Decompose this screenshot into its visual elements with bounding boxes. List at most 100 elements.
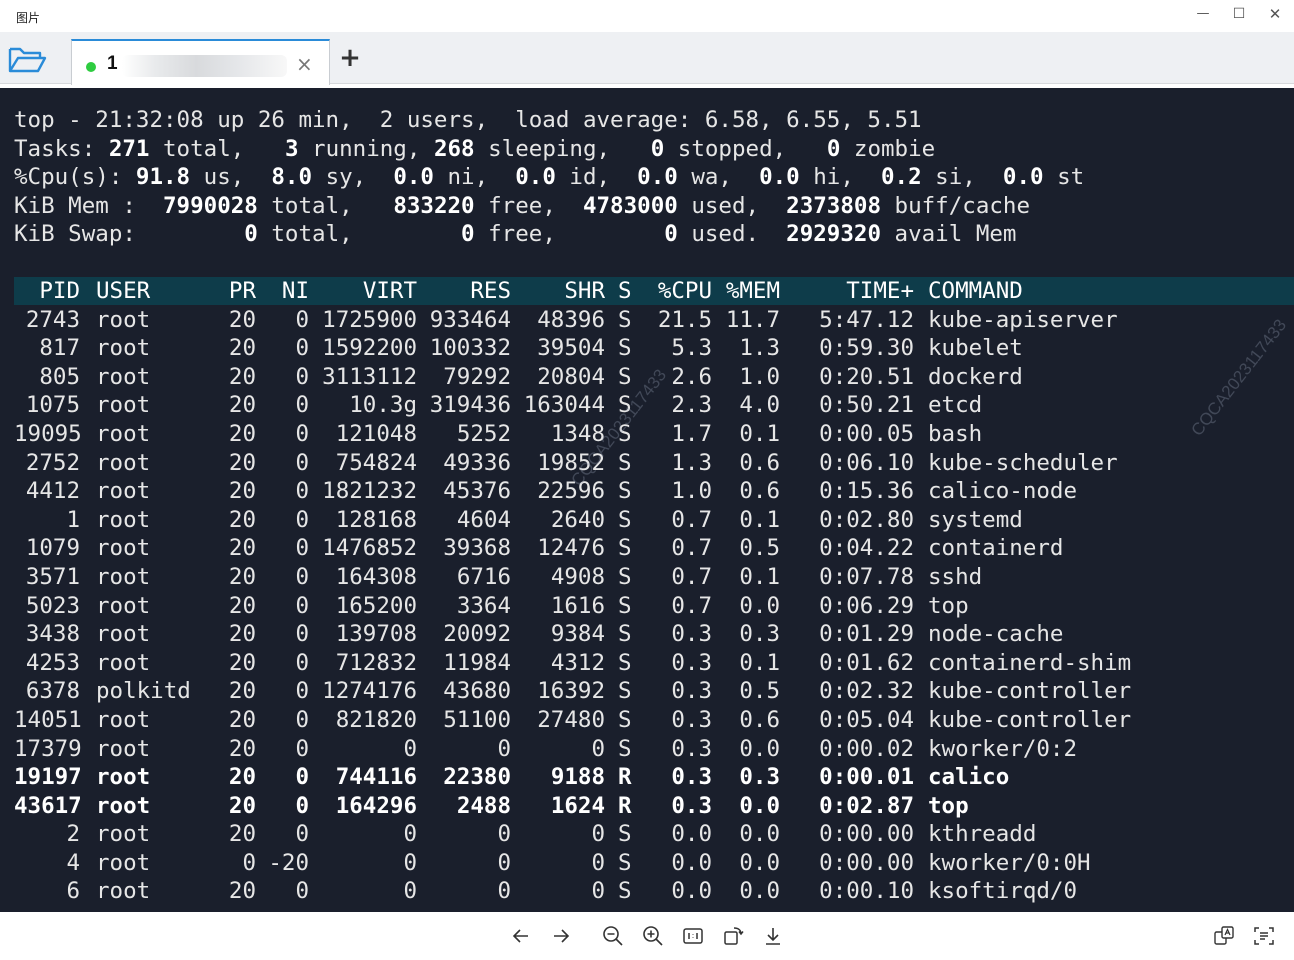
summary-line: KiB Mem : 7990028 total, 833220 free, 47… [14,192,1084,221]
close-window-button[interactable]: ✕ [1258,4,1292,24]
cell-mem: 0.0 [739,849,780,876]
cell-shr: 4908 [550,563,605,590]
cell-pid: 817 [39,335,80,362]
cell-cpu: 5.3 [671,335,712,362]
cell-state: S [618,821,632,848]
cell-state: S [618,878,632,905]
cell-virt: 1725900 [322,306,417,333]
cell-cpu: 2.3 [671,392,712,419]
new-tab-button[interactable]: + [336,44,364,72]
cell-shr: 163044 [523,392,605,419]
cell-cpu: 0.7 [671,535,712,562]
cell-res: 43680 [443,678,511,705]
summary-text: %Cpu(s): [14,164,136,191]
cell-pid: 4 [66,849,80,876]
cell-state: S [618,563,632,590]
zoom-in-button[interactable] [641,924,665,948]
tab-session[interactable]: 1 × [71,39,330,85]
cell-shr: 2640 [550,506,605,533]
cell-shr: 0 [591,821,605,848]
cell-command: node-cache [928,621,1064,648]
cell-command: kworker/0:0H [928,849,1091,876]
terminal-output[interactable]: top - 21:32:08 up 26 min, 2 users, load … [0,88,1294,912]
summary-text: id, [555,164,638,191]
summary-text: KiB Swap: [14,221,245,248]
cell-pid: 19197 [14,764,82,791]
cell-pid: 5023 [25,592,80,619]
cell-pr: 20 [228,878,256,905]
next-image-button[interactable] [549,924,573,948]
cell-user: root [96,449,151,476]
cell-ni: 0 [295,592,309,619]
cell-command: calico [928,764,1010,791]
summary-value: 0.0 [759,164,800,191]
cell-mem: 0.0 [739,821,780,848]
redacted-tab-text [122,55,287,77]
summary-text: st [1043,164,1085,191]
maximize-button[interactable]: ☐ [1222,4,1256,24]
cell-time: 0:00.00 [819,821,914,848]
download-button[interactable] [761,924,785,948]
rotate-button[interactable] [721,924,745,948]
cell-shr: 22596 [537,478,605,505]
summary-text: used, [677,192,787,219]
open-folder-button[interactable] [4,40,50,78]
summary-text: free, [474,221,665,248]
cell-virt: 0 [403,878,417,905]
summary-value: 0 [826,135,841,162]
cell-res: 0 [497,821,511,848]
cell-user: root [96,764,151,791]
cell-command: top [928,592,969,619]
cell-user: root [96,506,151,533]
minimize-button[interactable]: — [1186,4,1220,24]
summary-text: avail Mem [881,221,1017,248]
column-header-time: TIME+ [846,278,914,304]
cell-pr: 20 [228,735,256,762]
cell-time: 0:02.80 [819,506,914,533]
cell-user: root [96,849,151,876]
close-tab-icon[interactable]: × [296,52,313,76]
cell-user: root [96,649,151,676]
cell-mem: 0.0 [739,878,780,905]
column-header-mem: %MEM [725,278,780,304]
cell-ni: 0 [295,821,309,848]
zoom-out-icon [603,926,623,946]
cell-cpu: 0.0 [671,821,712,848]
cell-virt: 165200 [335,592,417,619]
cell-time: 0:05.04 [819,706,914,733]
cell-state: S [618,306,632,333]
summary-value: 0.0 [393,164,434,191]
cell-pr: 20 [228,621,256,648]
cell-ni: 0 [295,878,309,905]
actual-size-icon [683,928,703,944]
cell-virt: 0 [403,821,417,848]
cell-mem: 0.1 [739,420,780,447]
cell-res: 51100 [443,706,511,733]
cell-command: sshd [928,563,983,590]
viewer-toolbar [0,912,1294,960]
translate-button[interactable] [1212,924,1236,948]
cell-state: R [618,792,632,819]
text-recognition-button[interactable] [1252,924,1276,948]
zoom-out-button[interactable] [601,924,625,948]
cell-shr: 1624 [550,792,605,819]
actual-size-button[interactable] [681,924,705,948]
cell-mem: 0.5 [739,535,780,562]
cell-state: S [618,706,632,733]
previous-image-button[interactable] [509,924,533,948]
cell-user: root [96,363,151,390]
cell-time: 5:47.12 [819,306,914,333]
cell-pr: 20 [228,478,256,505]
cell-pid: 4253 [25,649,80,676]
cell-time: 0:06.10 [819,449,914,476]
cell-ni: 0 [295,478,309,505]
cell-time: 0:00.10 [819,878,914,905]
column-header-pid: PID [39,278,80,304]
cell-ni: 0 [295,735,309,762]
cell-pid: 1079 [25,535,80,562]
column-header-cpu: %CPU [657,278,712,304]
cell-mem: 0.6 [739,478,780,505]
cell-shr: 9188 [550,764,605,791]
cell-time: 0:00.05 [819,420,914,447]
cell-res: 3364 [456,592,511,619]
